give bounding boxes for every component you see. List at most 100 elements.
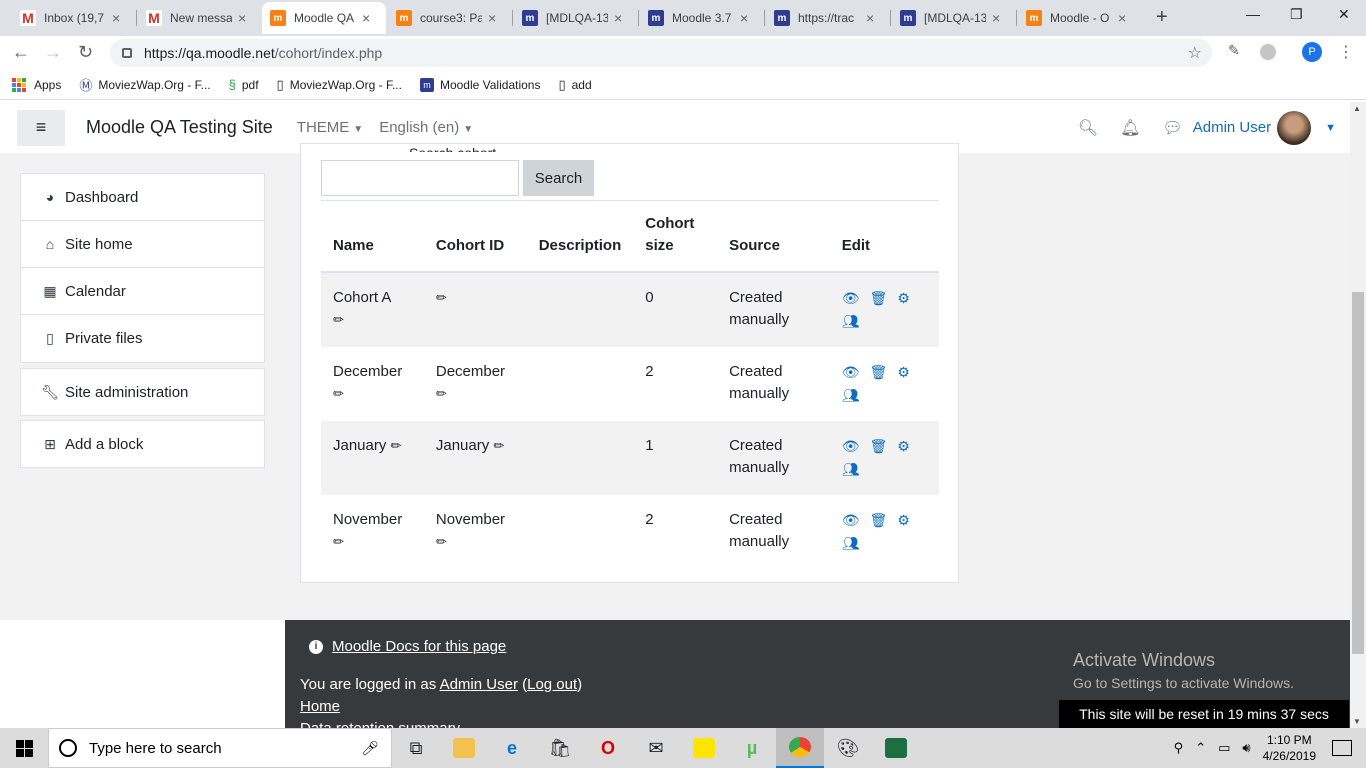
site-name[interactable]: Moodle QA Testing Site	[86, 117, 273, 138]
moodle-docs-link[interactable]: Moodle Docs for this page	[332, 638, 506, 655]
avatar[interactable]	[1277, 110, 1312, 145]
trash-icon[interactable]: 🗑︎	[869, 509, 887, 531]
browser-tab[interactable]: m Moodle 3.7 ×	[640, 2, 756, 34]
users-icon[interactable]: 👥︎	[842, 384, 860, 406]
extension-icon[interactable]	[1260, 44, 1276, 60]
task-view-icon[interactable]: ⧉	[392, 728, 440, 768]
close-icon[interactable]: ×	[1118, 10, 1126, 26]
language-menu[interactable]: English (en) ▼	[379, 119, 473, 136]
bookmark-item[interactable]: ▯ MoviezWap.Org - F...	[277, 77, 402, 93]
column-header[interactable]: Source	[717, 201, 830, 273]
pencil-icon[interactable]: ✏	[391, 438, 402, 453]
column-header[interactable]: Name	[321, 201, 424, 273]
notification-icon[interactable]	[1332, 740, 1352, 756]
eye-icon[interactable]: 👁︎	[842, 509, 860, 531]
trash-icon[interactable]: 🗑︎	[869, 435, 887, 457]
file-explorer-icon[interactable]	[440, 728, 488, 768]
home-link[interactable]: Home	[300, 698, 340, 715]
close-icon[interactable]: ×	[488, 10, 496, 26]
add-block-button[interactable]: ⊞ Add a block	[20, 420, 265, 468]
browser-tab[interactable]: m Moodle - O ×	[1018, 2, 1134, 34]
profile-avatar[interactable]: P	[1302, 42, 1322, 62]
microphone-icon[interactable]: 🎤︎	[361, 740, 379, 757]
paint-icon[interactable]: 🎨︎	[824, 728, 872, 768]
bookmark-star-icon[interactable]: ☆	[1188, 43, 1202, 63]
pencil-icon[interactable]: ✏	[493, 438, 504, 453]
browser-tab[interactable]: m course3: Pa ×	[388, 2, 504, 34]
eye-icon[interactable]: 👁︎	[842, 361, 860, 383]
eye-icon[interactable]: 👁︎	[842, 435, 860, 457]
start-button[interactable]	[0, 728, 48, 768]
bookmark-item[interactable]: § pdf	[229, 77, 259, 92]
users-icon[interactable]: 👥︎	[842, 458, 860, 480]
mail-icon[interactable]: ✉	[632, 728, 680, 768]
nav-item-site-administration[interactable]: 🔧︎ Site administration	[20, 368, 265, 416]
gear-icon[interactable]: ⚙	[897, 361, 910, 383]
search-button[interactable]: Search	[523, 160, 594, 196]
caret-down-icon[interactable]: ▼	[1325, 122, 1336, 134]
new-tab-button[interactable]: +	[1156, 6, 1168, 29]
chrome-icon[interactable]	[776, 728, 824, 768]
nav-item-site-home[interactable]: ⌂ Site home	[21, 221, 264, 268]
back-arrow-icon[interactable]: ←	[12, 42, 30, 63]
gear-icon[interactable]: ⚙	[897, 287, 910, 309]
pencil-icon[interactable]: ✏	[333, 386, 344, 401]
column-header[interactable]: Description	[526, 201, 634, 273]
eye-icon[interactable]: 👁︎	[842, 287, 860, 309]
browser-tab-active[interactable]: m Moodle QA ×	[262, 2, 386, 34]
close-icon[interactable]: ×	[238, 10, 246, 26]
taskbar-search-input[interactable]: Type here to search 🎤︎	[48, 728, 392, 768]
restore-button[interactable]: ❐	[1290, 6, 1303, 23]
address-bar[interactable]: https://qa.moodle.net/cohort/index.php ☆	[110, 39, 1212, 67]
nav-item-private-files[interactable]: ▯ Private files	[21, 315, 264, 362]
browser-tab[interactable]: m [MDLQA-13 ×	[514, 2, 630, 34]
pencil-icon[interactable]: ✏	[436, 534, 447, 549]
browser-tab[interactable]: m [MDLQA-13 ×	[892, 2, 1008, 34]
close-icon[interactable]: ×	[866, 10, 874, 26]
opera-icon[interactable]: O	[584, 728, 632, 768]
window-close-button[interactable]: ✕	[1338, 6, 1350, 23]
close-icon[interactable]: ×	[614, 10, 622, 26]
pencil-icon[interactable]: ✏	[436, 386, 447, 401]
chevron-up-icon[interactable]: ⌃	[1195, 740, 1206, 756]
pencil-icon[interactable]: ✏	[333, 312, 344, 327]
minimize-button[interactable]: —	[1246, 6, 1260, 22]
theme-menu[interactable]: THEME ▼	[297, 119, 363, 136]
sticky-notes-icon[interactable]	[680, 728, 728, 768]
bookmark-apps[interactable]: Apps	[12, 77, 61, 92]
nav-item-dashboard[interactable]: ◕ Dashboard	[21, 174, 264, 221]
chrome-menu-icon[interactable]: ⋮	[1338, 42, 1354, 62]
bookmark-item[interactable]: ▯ add	[558, 77, 591, 93]
battery-icon[interactable]: ▭	[1218, 740, 1230, 756]
browser-tab[interactable]: M New messa ×	[138, 2, 254, 34]
close-icon[interactable]: ×	[992, 10, 1000, 26]
column-header[interactable]: Cohort ID	[423, 201, 527, 273]
edge-icon[interactable]: e	[488, 728, 536, 768]
profile-link[interactable]: Admin User	[440, 676, 518, 693]
close-icon[interactable]: ×	[740, 10, 748, 26]
page-scrollbar[interactable]: ▲ ▼	[1350, 102, 1366, 728]
logout-link[interactable]: Log out	[527, 676, 577, 693]
data-retention-link[interactable]: Data retention summary	[300, 720, 460, 728]
trash-icon[interactable]: 🗑︎	[869, 361, 887, 383]
hamburger-menu-icon[interactable]: ≡	[17, 109, 65, 146]
users-icon[interactable]: 👥︎	[842, 532, 860, 554]
reload-icon[interactable]: ↻	[78, 42, 93, 63]
scroll-thumb[interactable]	[1352, 292, 1364, 654]
volume-icon[interactable]: 🔊︎	[1242, 740, 1250, 756]
search-cohort-input[interactable]	[321, 160, 519, 196]
bookmark-item[interactable]: Ⓜ MoviezWap.Org - F...	[79, 75, 210, 94]
users-icon[interactable]: 👥︎	[842, 310, 860, 332]
gear-icon[interactable]: ⚙	[897, 509, 910, 531]
nav-item-calendar[interactable]: ▦ Calendar	[21, 268, 264, 315]
close-icon[interactable]: ×	[362, 10, 370, 26]
bell-icon[interactable]: 🔔︎	[1120, 118, 1140, 138]
close-icon[interactable]: ×	[112, 10, 120, 26]
bookmark-item[interactable]: m Moodle Validations	[419, 77, 540, 92]
column-header[interactable]: Cohort size	[633, 201, 718, 273]
excel-icon[interactable]	[872, 728, 920, 768]
forward-arrow-icon[interactable]: →	[44, 42, 62, 63]
people-icon[interactable]: ⚲	[1174, 740, 1184, 756]
eyedropper-icon[interactable]: ✎	[1228, 42, 1244, 58]
search-icon[interactable]: 🔍︎	[1078, 118, 1098, 138]
